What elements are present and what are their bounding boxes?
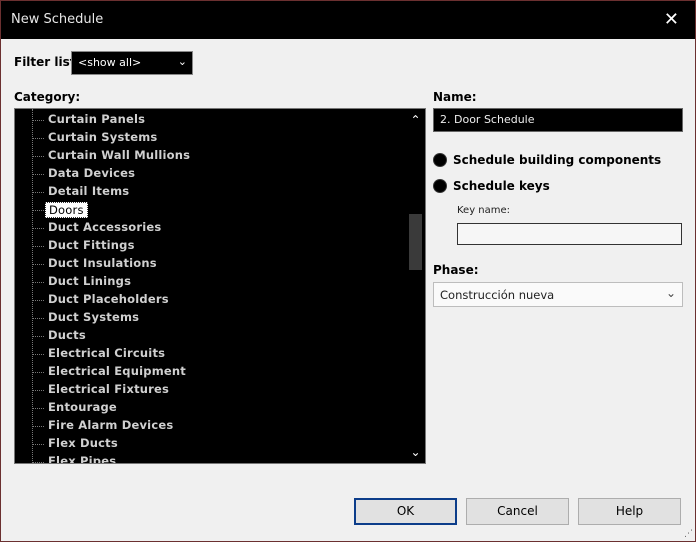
filter-list-dropdown[interactable]: <show all> ⌄ (71, 51, 193, 75)
category-item-label: Flex Ducts (48, 436, 118, 450)
tree-connector (32, 120, 44, 121)
help-button[interactable]: Help (578, 498, 681, 525)
category-item-label: Duct Placeholders (48, 292, 169, 306)
category-item-label: Duct Systems (48, 310, 140, 324)
ok-button[interactable]: OK (354, 498, 457, 525)
key-name-label: Key name: (457, 205, 511, 216)
category-scrollbar[interactable]: ⌃ ⌄ (406, 109, 425, 463)
radio-icon (433, 179, 447, 193)
category-item-label: Curtain Wall Mullions (48, 148, 191, 162)
schedule-name-input[interactable]: 2. Door Schedule (433, 108, 683, 132)
category-item-label: Electrical Fixtures (48, 382, 170, 396)
category-item-label: Fire Alarm Devices (48, 418, 174, 432)
category-item[interactable]: Curtain Wall Mullions (32, 147, 402, 165)
category-item[interactable]: Flex Ducts (32, 435, 402, 453)
tree-connector (32, 246, 44, 247)
resize-grip-icon[interactable]: ⋰ (684, 529, 693, 539)
category-item[interactable]: Duct Fittings (32, 237, 402, 255)
chevron-down-icon: ⌄ (177, 55, 187, 68)
dialog-title: New Schedule (11, 12, 104, 27)
category-item[interactable]: Electrical Fixtures (32, 381, 402, 399)
category-item[interactable]: Electrical Circuits (32, 345, 402, 363)
tree-connector (32, 354, 44, 355)
category-item-label: Flex Pipes (48, 454, 117, 464)
tree-connector (32, 408, 44, 409)
schedule-keys-label: Schedule keys (453, 179, 550, 193)
tree-connector (32, 282, 44, 283)
title-bar[interactable]: New Schedule ✕ (1, 1, 695, 39)
schedule-name-value: 2. Door Schedule (440, 113, 535, 126)
category-item-label: Ducts (48, 328, 86, 342)
tree-connector (32, 336, 44, 337)
tree-connector (32, 390, 44, 391)
category-item-label: Curtain Panels (48, 112, 146, 126)
category-label: Category: (14, 90, 81, 104)
tree-connector (32, 156, 44, 157)
name-label: Name: (433, 90, 477, 104)
category-item-label: Doors (45, 202, 88, 218)
tree-connector (32, 138, 44, 139)
category-tree[interactable]: Curtain Panels Curtain Systems Curtain Wal… (14, 108, 426, 464)
category-item[interactable]: Duct Accessories (32, 219, 402, 237)
scroll-up-icon[interactable]: ⌃ (406, 111, 425, 129)
category-item-label: Detail Items (48, 184, 130, 198)
tree-connector (32, 174, 44, 175)
key-name-input[interactable] (457, 223, 682, 245)
category-item[interactable]: Entourage (32, 399, 402, 417)
category-item[interactable]: Electrical Equipment (32, 363, 402, 381)
tree-connector (32, 210, 44, 211)
tree-connector (32, 300, 44, 301)
category-item[interactable]: Data Devices (32, 165, 402, 183)
category-item[interactable]: Curtain Systems (32, 129, 402, 147)
category-item[interactable]: Flex Pipes (32, 453, 402, 464)
category-item[interactable]: Doors (32, 201, 402, 219)
filter-list-value: <show all> (78, 56, 142, 69)
category-item-label: Data Devices (48, 166, 136, 180)
category-item-label: Duct Fittings (48, 238, 135, 252)
phase-value: Construcción nueva (440, 288, 555, 302)
category-item[interactable]: Fire Alarm Devices (32, 417, 402, 435)
tree-connector (32, 264, 44, 265)
radio-icon (433, 153, 447, 167)
category-item-label: Duct Linings (48, 274, 132, 288)
schedule-building-components-label: Schedule building components (453, 153, 662, 167)
tree-connector (32, 444, 44, 445)
category-item[interactable]: Curtain Panels (32, 111, 402, 129)
new-schedule-dialog: New Schedule ✕ Filter list: <show all> ⌄… (0, 0, 696, 542)
category-item-label: Duct Accessories (48, 220, 162, 234)
category-item-label: Electrical Circuits (48, 346, 166, 360)
tree-connector (32, 192, 44, 193)
tree-connector (32, 372, 44, 373)
tree-connector (32, 426, 44, 427)
category-item-label: Duct Insulations (48, 256, 157, 270)
tree-connector (32, 318, 44, 319)
category-item-label: Electrical Equipment (48, 364, 186, 378)
phase-dropdown[interactable]: Construcción nueva ⌄ (433, 282, 683, 307)
category-item-label: Entourage (48, 400, 117, 414)
category-item[interactable]: Detail Items (32, 183, 402, 201)
scroll-down-icon[interactable]: ⌄ (406, 443, 425, 461)
category-item[interactable]: Duct Linings (32, 273, 402, 291)
category-item[interactable]: Ducts (32, 327, 402, 345)
phase-label: Phase: (433, 263, 479, 277)
category-item[interactable]: Duct Systems (32, 309, 402, 327)
category-item-label: Curtain Systems (48, 130, 158, 144)
scroll-thumb[interactable] (409, 214, 422, 270)
tree-connector (32, 228, 44, 229)
chevron-down-icon: ⌄ (665, 286, 676, 300)
cancel-button[interactable]: Cancel (466, 498, 569, 525)
category-item[interactable]: Duct Placeholders (32, 291, 402, 309)
category-item[interactable]: Duct Insulations (32, 255, 402, 273)
close-icon[interactable]: ✕ (664, 9, 679, 30)
tree-connector (32, 462, 44, 463)
